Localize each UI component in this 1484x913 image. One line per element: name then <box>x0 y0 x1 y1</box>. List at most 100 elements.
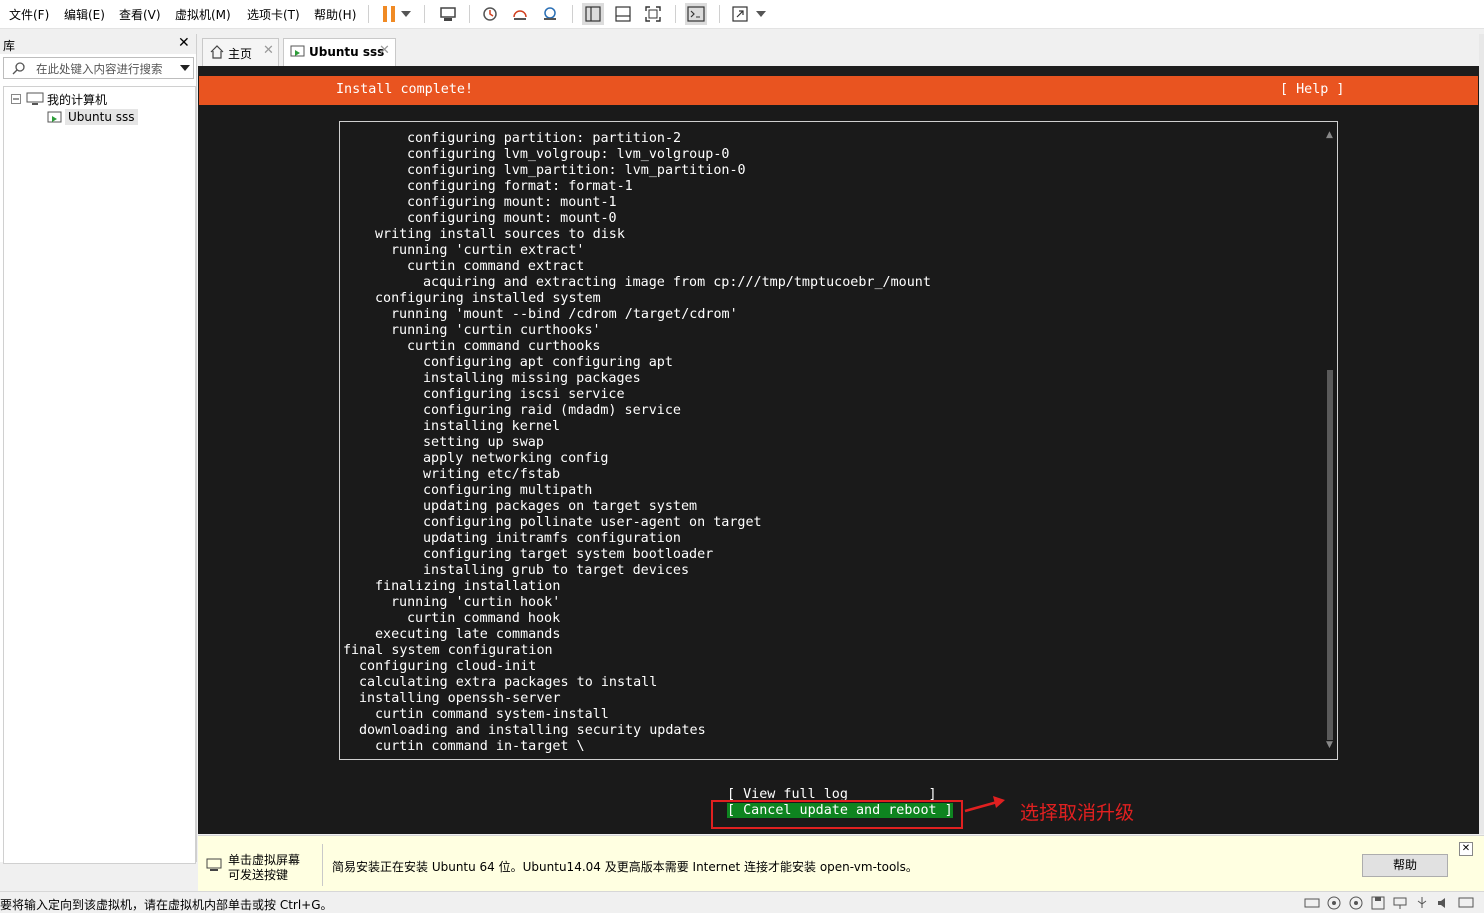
annotation-text: 选择取消升级 <box>1020 802 1135 824</box>
vm-icon <box>47 111 62 123</box>
cd-icon[interactable] <box>1348 896 1364 910</box>
log-line: configuring partition: partition-2 <box>407 131 682 146</box>
usb-icon[interactable] <box>1414 896 1430 910</box>
menu-bar: 文件(F) 编辑(E) 查看(V) 虚拟机(M) 选项卡(T) 帮助(H) <box>0 0 1484 29</box>
library-title: 库 <box>3 39 16 53</box>
divider <box>322 844 323 886</box>
tab-ubuntu[interactable]: Ubuntu sss ✕ <box>283 38 396 66</box>
log-line: acquiring and extracting image from cp:/… <box>423 275 931 290</box>
log-line: curtin command curthooks <box>407 339 601 354</box>
network-icon[interactable] <box>1392 896 1408 910</box>
floppy-icon[interactable] <box>1370 896 1386 910</box>
computer-icon <box>26 92 44 105</box>
log-line: executing late commands <box>375 627 561 642</box>
library-header: 库 ✕ <box>0 34 196 54</box>
log-line: writing install sources to disk <box>375 227 625 242</box>
notification-message: 简易安装正在安装 Ubuntu 64 位。Ubuntu14.04 及更高版本需要… <box>332 860 918 874</box>
close-icon[interactable]: ✕ <box>263 43 274 58</box>
notification-bar: 单击虚拟屏幕 可发送按键 简易安装正在安装 Ubuntu 64 位。Ubuntu… <box>198 835 1484 892</box>
log-line: configuring multipath <box>423 483 593 498</box>
installer-title-bar: Install complete! [ Help ] <box>199 76 1478 105</box>
status-bar: 要将输入定向到该虚拟机，请在虚拟机内部单击或按 Ctrl+G。 <box>0 891 1484 913</box>
library-search[interactable]: 在此处键入内容进行搜索 <box>3 57 194 79</box>
search-input[interactable]: 在此处键入内容进行搜索 <box>36 61 163 77</box>
log-line: installing openssh-server <box>359 691 561 706</box>
chevron-down-icon[interactable] <box>399 3 413 25</box>
tree-item-ubuntu[interactable]: Ubuntu sss <box>65 109 138 125</box>
log-line: configuring format: format-1 <box>407 179 633 194</box>
snapshot-manager-icon[interactable] <box>539 3 561 25</box>
pause-icon[interactable] <box>378 3 400 25</box>
cd-icon[interactable] <box>1326 896 1342 910</box>
display-icon[interactable] <box>1458 896 1474 910</box>
stretch-icon[interactable] <box>729 3 751 25</box>
log-line: writing etc/fstab <box>423 467 561 482</box>
log-line: installing missing packages <box>423 371 641 386</box>
log-line: updating packages on target system <box>423 499 698 514</box>
hint-line-2: 可发送按键 <box>228 868 289 882</box>
log-line: setting up swap <box>423 435 544 450</box>
sidebar-toggle-icon[interactable] <box>582 3 604 25</box>
help-button[interactable]: [ Help ] <box>1280 82 1345 97</box>
snapshot-icon[interactable] <box>479 3 501 25</box>
log-line: configuring raid (mdadm) service <box>423 403 681 418</box>
tree-item-my-computer[interactable]: 我的计算机 <box>47 91 107 108</box>
log-line: configuring installed system <box>375 291 601 306</box>
log-scrollbar[interactable] <box>1327 370 1333 740</box>
close-icon[interactable]: ✕ <box>379 43 390 58</box>
library-tree: 我的计算机 Ubuntu sss <box>3 86 196 864</box>
thumbnail-bar-icon[interactable] <box>612 3 634 25</box>
log-line: configuring apt configuring apt <box>423 355 673 370</box>
log-line: running 'curtin extract' <box>391 243 585 258</box>
chevron-down-icon[interactable] <box>754 3 768 25</box>
scroll-down-icon[interactable]: ▼ <box>1326 740 1333 750</box>
tab-home-label: 主页 <box>228 47 253 61</box>
log-line: finalizing installation <box>375 579 561 594</box>
log-line: final system configuration <box>343 643 553 658</box>
status-text: 要将输入定向到该虚拟机，请在虚拟机内部单击或按 Ctrl+G。 <box>0 898 333 912</box>
send-keys-icon[interactable] <box>437 3 459 25</box>
menu-help[interactable]: 帮助(H) <box>314 6 356 23</box>
menu-vm[interactable]: 虚拟机(M) <box>175 6 231 23</box>
tab-home[interactable]: 主页 ✕ <box>202 38 279 66</box>
log-line: configuring cloud-init <box>359 659 537 674</box>
menu-edit[interactable]: 编辑(E) <box>64 6 105 23</box>
install-log: configuring partition: partition-2 config… <box>339 121 1338 760</box>
vm-icon <box>290 45 305 57</box>
console-view-icon[interactable] <box>685 3 707 25</box>
chevron-down-icon[interactable] <box>180 65 190 71</box>
log-line: configuring target system bootloader <box>423 547 714 562</box>
log-line: configuring mount: mount-0 <box>407 211 617 226</box>
log-line: running 'curtin hook' <box>391 595 561 610</box>
fullscreen-icon[interactable] <box>642 3 664 25</box>
log-line: configuring mount: mount-1 <box>407 195 617 210</box>
close-icon[interactable]: ✕ <box>1459 842 1473 856</box>
log-line: apply networking config <box>423 451 609 466</box>
revert-snapshot-icon[interactable] <box>509 3 531 25</box>
log-line: curtin command system-install <box>375 707 609 722</box>
log-line: configuring iscsi service <box>423 387 625 402</box>
sound-icon[interactable] <box>1436 896 1452 910</box>
search-icon <box>12 62 25 75</box>
log-line: curtin command hook <box>407 611 561 626</box>
log-line: updating initramfs configuration <box>423 531 681 546</box>
annotation-arrow-icon <box>964 796 1005 813</box>
log-line: downloading and installing security upda… <box>359 723 706 738</box>
menu-view[interactable]: 查看(V) <box>119 6 161 23</box>
hard-disk-icon[interactable] <box>1304 896 1320 910</box>
vm-console-top <box>198 66 1479 76</box>
close-icon[interactable]: ✕ <box>178 35 190 51</box>
keyboard-icon <box>206 858 222 871</box>
log-line: curtin command in-target \ <box>375 739 585 754</box>
scroll-up-icon[interactable]: ▲ <box>1326 130 1333 140</box>
log-line: running 'mount --bind /cdrom /target/cdr… <box>391 307 738 322</box>
annotation-box <box>711 800 963 829</box>
log-line: running 'curtin curthooks' <box>391 323 601 338</box>
installer-title: Install complete! <box>336 82 474 97</box>
menu-tabs[interactable]: 选项卡(T) <box>247 6 300 23</box>
collapse-icon[interactable] <box>11 94 21 104</box>
help-button[interactable]: 帮助 <box>1362 854 1448 877</box>
tab-strip: 主页 ✕ Ubuntu sss ✕ <box>198 34 1484 66</box>
log-line: configuring lvm_partition: lvm_partition… <box>407 163 746 178</box>
menu-file[interactable]: 文件(F) <box>9 6 49 23</box>
